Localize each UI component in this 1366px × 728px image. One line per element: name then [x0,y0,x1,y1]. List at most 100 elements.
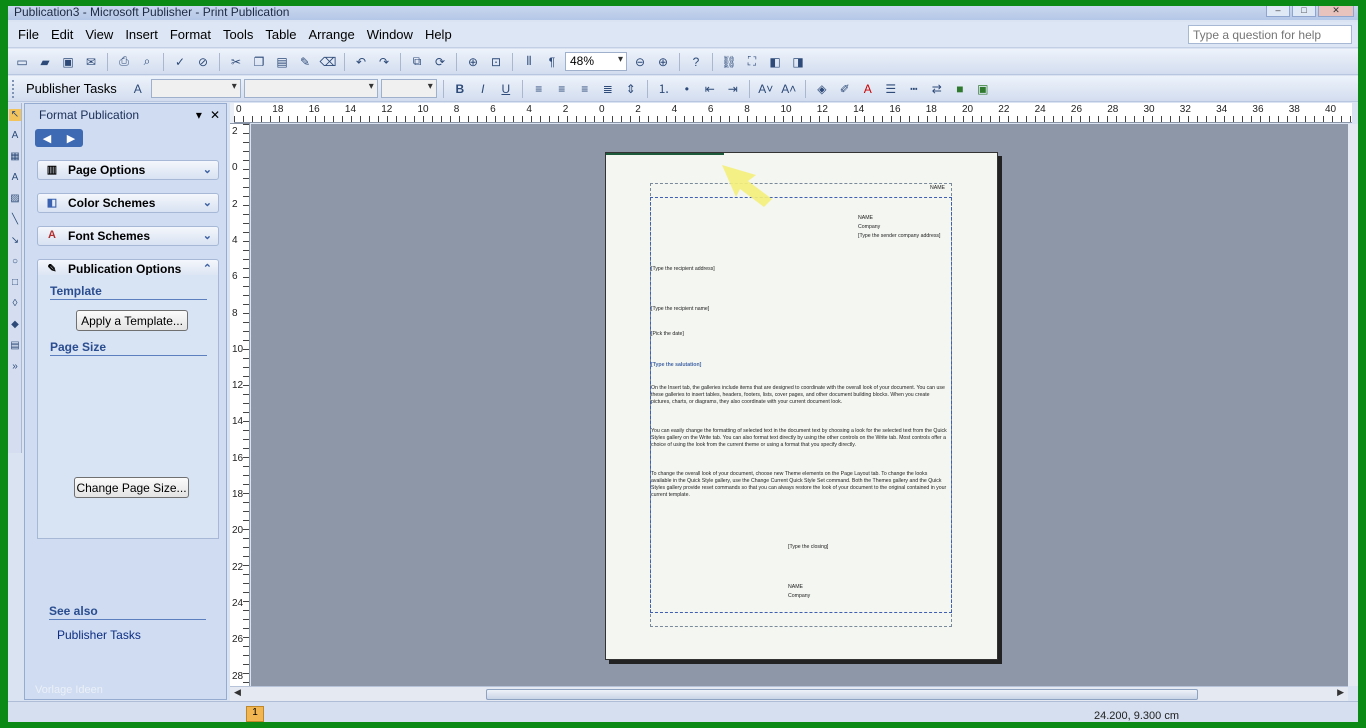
scroll-left-icon[interactable]: ◀ [234,687,241,698]
hotspot-icon[interactable]: ▤ [9,340,21,352]
vertical-scrollbar[interactable] [1348,124,1358,686]
increase-font-icon[interactable]: A˄ [779,79,799,99]
forward-icon[interactable]: ▶ [67,132,75,145]
menu-format[interactable]: Format [164,27,217,42]
insert-table-icon[interactable]: ▦ [9,151,21,163]
arrow-tool-icon[interactable]: ↘ [9,235,21,247]
copy-icon[interactable]: ❐ [249,52,269,72]
body-paragraph-3[interactable]: To change the overall look of your docum… [651,471,949,499]
link-textbox-icon[interactable]: ⛓ [719,52,739,72]
design-gallery-icon[interactable]: ◆ [9,319,21,331]
style-select[interactable] [150,79,241,98]
numbering-icon[interactable]: ⒈ [654,79,674,99]
vertical-ruler[interactable]: 2 0 2 4 6 8 10 12 14 16 18 20 22 24 26 28 [230,124,250,686]
closing[interactable]: [Type the closing] [788,544,828,551]
previous-textbox-icon[interactable]: ◧ [765,52,785,72]
scroll-right-icon[interactable]: ▶ [1337,687,1344,698]
line-color-icon[interactable]: ✐ [835,79,855,99]
publication-page[interactable]: NAME NAME Company [Type the sender compa… [605,152,998,660]
recipient-address[interactable]: [Type the recipient address] [651,266,715,273]
zoom-select[interactable]: 48% [565,52,627,71]
menu-edit[interactable]: Edit [45,27,79,42]
line-tool-icon[interactable]: ╲ [9,214,21,226]
chevron-down-icon[interactable]: ▾ [196,108,202,122]
underline-icon[interactable]: U [496,79,516,99]
arrow-style-icon[interactable]: ⇄ [927,79,947,99]
minimize-button[interactable]: – [1266,6,1290,17]
text-box-icon[interactable]: A [9,130,21,142]
oval-tool-icon[interactable]: ○ [9,256,21,268]
dash-style-icon[interactable]: ┅ [904,79,924,99]
publisher-tasks-button[interactable]: Publisher Tasks [22,81,125,96]
autoshapes-icon[interactable]: ◊ [9,298,21,310]
publisher-tasks-link[interactable]: Publisher Tasks [57,628,141,642]
section-color-schemes[interactable]: ◧ Color Schemes ⌄ [37,193,219,213]
unlink-textbox-icon[interactable]: ⛶ [742,52,762,72]
menu-file[interactable]: File [12,27,45,42]
apply-template-button[interactable]: Apply a Template... [76,310,188,331]
picture-frame-icon[interactable]: ▨ [9,193,21,205]
open-icon[interactable]: ▰ [35,52,55,72]
section-page-options[interactable]: ▥ Page Options ⌄ [37,160,219,180]
close-icon[interactable]: ✕ [210,108,220,122]
horizontal-scrollbar[interactable]: ◀ ▶ [230,686,1348,701]
research-icon[interactable]: ⊘ [193,52,213,72]
menu-arrange[interactable]: Arrange [302,27,360,42]
align-left-icon[interactable]: ≡ [529,79,549,99]
mail-icon[interactable]: ✉ [81,52,101,72]
save-icon[interactable]: ▣ [58,52,78,72]
menu-tools[interactable]: Tools [217,27,259,42]
format-painter-icon[interactable]: ✎ [295,52,315,72]
horizontal-ruler[interactable]: 0 18 16 14 12 10 8 6 4 2 0 2 4 6 8 10 12 14 16 18 20 22 24 26 28… [234,103,1352,123]
font-color-icon[interactable]: A [858,79,878,99]
align-center-icon[interactable]: ≡ [552,79,572,99]
footer-name[interactable]: NAME [788,584,803,591]
scrollbar-thumb[interactable] [486,689,1198,700]
shadow-style-icon[interactable]: ■ [950,79,970,99]
sender-address[interactable]: [Type the sender company address] [858,233,946,240]
wordart-icon[interactable]: A [9,172,21,184]
decrease-font-icon[interactable]: A˅ [756,79,776,99]
recipient-name[interactable]: [Type the recipient name] [651,306,709,313]
back-icon[interactable]: ◀ [43,132,51,145]
paste-icon[interactable]: ▤ [272,52,292,72]
rectangle-tool-icon[interactable]: □ [9,277,21,289]
menu-view[interactable]: View [79,27,119,42]
new-icon[interactable]: ▭ [12,52,32,72]
body-paragraph-1[interactable]: On the Insert tab, the galleries include… [651,385,949,406]
print-icon[interactable]: ⎙ [114,52,134,72]
pilcrow-icon[interactable]: ¶ [542,52,562,72]
font-select[interactable] [243,79,378,98]
menu-window[interactable]: Window [361,27,419,42]
zoom-in-icon[interactable]: ⊕ [653,52,673,72]
toolbar-grip[interactable] [12,79,17,98]
date-field[interactable]: [Pick the date] [651,331,684,338]
help-icon[interactable]: ? [686,52,706,72]
redo-icon[interactable]: ↷ [374,52,394,72]
menu-help[interactable]: Help [419,27,458,42]
help-search-input[interactable] [1188,25,1352,44]
undo-icon[interactable]: ↶ [351,52,371,72]
cut-icon[interactable]: ✂ [226,52,246,72]
spelling-icon[interactable]: ✓ [170,52,190,72]
3d-style-icon[interactable]: ▣ [973,79,993,99]
italic-icon[interactable]: I [473,79,493,99]
styles-icon[interactable]: A [128,79,148,99]
increase-indent-icon[interactable]: ⇥ [723,79,743,99]
line-style-icon[interactable]: ☰ [881,79,901,99]
hyperlink-icon[interactable]: ⊕ [463,52,483,72]
more-tools-icon[interactable]: » [9,361,21,373]
decrease-indent-icon[interactable]: ⇤ [700,79,720,99]
footer-company[interactable]: Company [788,593,810,600]
menu-table[interactable]: Table [259,27,302,42]
close-window-button[interactable]: ✕ [1318,6,1354,17]
maximize-button[interactable]: □ [1292,6,1316,17]
body-paragraph-2[interactable]: You can easily change the formatting of … [651,428,949,449]
align-right-icon[interactable]: ≡ [575,79,595,99]
fill-color-icon[interactable]: ◈ [812,79,832,99]
sender-company[interactable]: Company [858,224,880,231]
print-preview-icon[interactable]: ⌕ [137,52,157,72]
bullets-icon[interactable]: • [677,79,697,99]
select-pointer-icon[interactable]: ↖ [9,109,21,121]
clear-icon[interactable]: ⌫ [318,52,338,72]
